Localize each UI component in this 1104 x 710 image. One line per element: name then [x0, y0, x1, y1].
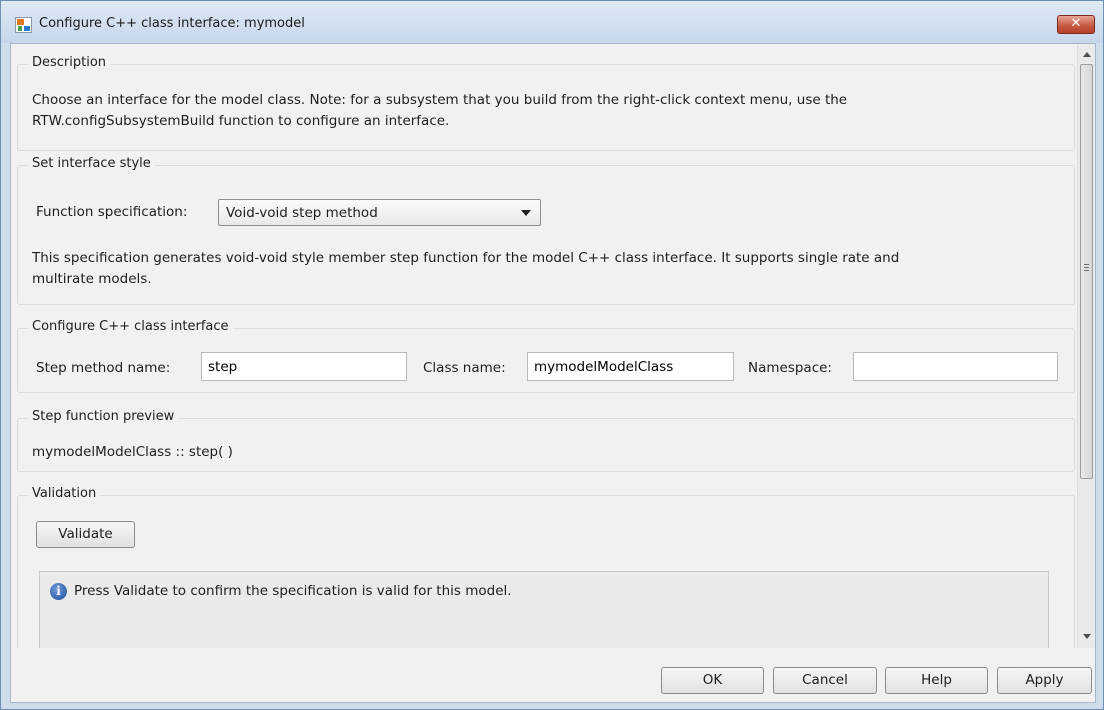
- info-icon: i: [50, 583, 67, 600]
- preview-title: Step function preview: [28, 409, 179, 424]
- grip-icon: [1084, 264, 1089, 271]
- scroll-down-icon[interactable]: [1083, 634, 1091, 639]
- validation-title: Validation: [28, 486, 101, 501]
- description-text-line2: RTW.configSubsystemBuild function to con…: [32, 113, 450, 129]
- ok-button[interactable]: OK: [661, 667, 764, 694]
- interface-info-line1: This specification generates void-void s…: [32, 250, 900, 266]
- dialog-body: Description Choose an interface for the …: [10, 43, 1096, 703]
- description-title: Description: [28, 55, 111, 70]
- function-spec-label: Function specification:: [36, 204, 188, 220]
- class-interface-title: Configure C++ class interface: [28, 319, 233, 334]
- simulink-app-icon: [15, 17, 32, 33]
- cancel-button[interactable]: Cancel: [773, 667, 877, 694]
- title-bar[interactable]: Configure C++ class interface: mymodel ✕: [1, 1, 1103, 43]
- vertical-scrollbar[interactable]: [1077, 44, 1095, 648]
- close-button[interactable]: ✕: [1057, 15, 1095, 34]
- validation-message: Press Validate to confirm the specificat…: [74, 583, 512, 599]
- namespace-input[interactable]: [853, 352, 1058, 381]
- function-spec-dropdown[interactable]: Void-void step method: [218, 199, 541, 226]
- step-method-label: Step method name:: [36, 360, 171, 376]
- scroll-thumb[interactable]: [1080, 64, 1093, 479]
- scroll-up-icon[interactable]: [1083, 52, 1091, 57]
- interface-style-group: Set interface style: [17, 156, 1075, 305]
- namespace-label: Namespace:: [748, 360, 832, 376]
- scroll-content: Description Choose an interface for the …: [11, 44, 1077, 648]
- help-button[interactable]: Help: [885, 667, 988, 694]
- close-icon: ✕: [1070, 16, 1082, 31]
- class-name-input[interactable]: [527, 352, 734, 381]
- step-method-input[interactable]: [201, 352, 407, 381]
- interface-style-title: Set interface style: [28, 156, 155, 171]
- dialog-window: Configure C++ class interface: mymodel ✕…: [0, 0, 1104, 710]
- function-spec-value: Void-void step method: [226, 205, 378, 221]
- validate-button[interactable]: Validate: [36, 521, 135, 548]
- apply-button[interactable]: Apply: [997, 667, 1092, 694]
- preview-text: mymodelModelClass :: step( ): [32, 444, 233, 460]
- window-title: Configure C++ class interface: mymodel: [39, 16, 305, 31]
- chevron-down-icon: [521, 210, 531, 216]
- class-name-label: Class name:: [423, 360, 506, 376]
- description-text-line1: Choose an interface for the model class.…: [32, 92, 848, 108]
- interface-info-line2: multirate models.: [32, 271, 152, 287]
- validation-message-box: i Press Validate to confirm the specific…: [39, 571, 1049, 648]
